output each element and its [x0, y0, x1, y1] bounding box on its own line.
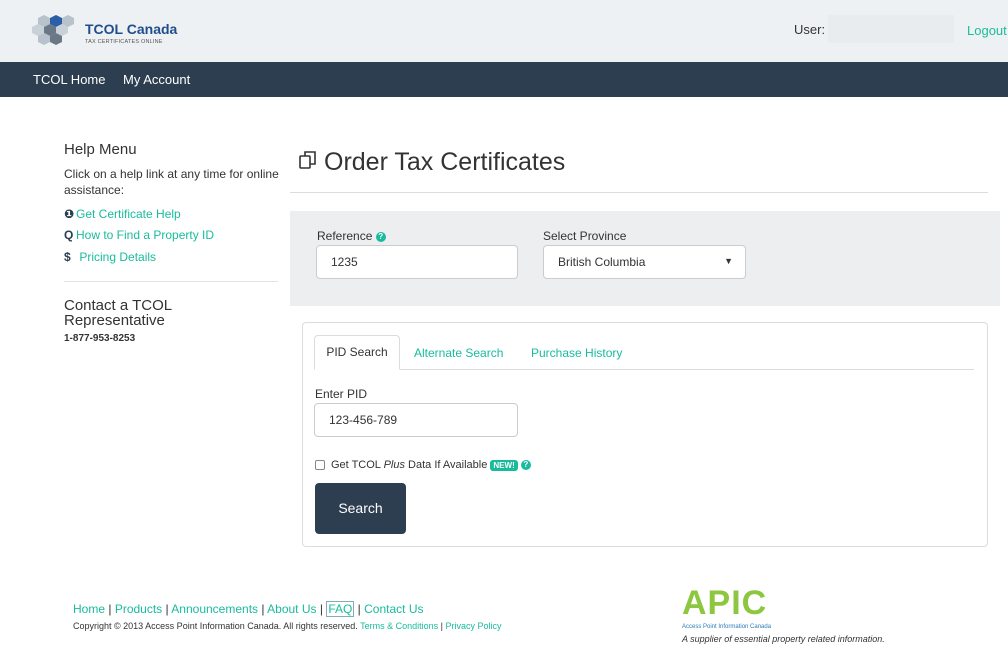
footer-link-products[interactable]: Products: [115, 602, 162, 616]
logo-title: TCOL Canada: [85, 21, 178, 37]
nav-my-account[interactable]: My Account: [123, 72, 190, 87]
help-question-icon[interactable]: ?: [375, 231, 386, 242]
help-link-label: Pricing Details: [79, 250, 157, 264]
pid-input[interactable]: [314, 403, 518, 437]
title-divider: [290, 192, 988, 193]
help-menu-title: Help Menu: [64, 141, 137, 158]
dollar-icon: $: [64, 250, 71, 264]
contact-title: Contact a TCOL Representative: [64, 297, 172, 329]
apic-company-name: Access Point Information Canada: [682, 624, 772, 630]
apic-tagline: A supplier of essential property related…: [682, 634, 885, 644]
nav-tcol-home[interactable]: TCOL Home: [33, 72, 105, 87]
tabs-underline: [314, 369, 974, 370]
tcol-plus-label: Get TCOL Plus Data If Available NEW! ?: [331, 459, 531, 471]
help-link-label: How to Find a Property ID: [76, 228, 215, 242]
logo-subtitle: TAX CERTIFICATES ONLINE: [85, 39, 163, 45]
logout-link[interactable]: Logout: [967, 23, 1007, 38]
footer-link-home[interactable]: Home: [73, 602, 105, 616]
main-navbar: TCOL Home My Account: [0, 62, 1008, 97]
copy-icon: [298, 148, 324, 177]
contact-phone: 1-877-953-8253: [64, 333, 136, 344]
tab-pid-search[interactable]: PID Search: [314, 335, 400, 370]
province-label: Select Province: [543, 229, 627, 243]
chevron-down-icon: ▼: [724, 256, 733, 266]
user-label: User:: [794, 22, 826, 37]
footer-link-faq[interactable]: FAQ: [326, 601, 355, 617]
privacy-link[interactable]: Privacy Policy: [446, 621, 502, 631]
sidebar-divider: [64, 281, 278, 282]
footer-links: Home | Products | Announcements | About …: [73, 601, 424, 617]
help-link-pricing[interactable]: $ Pricing Details: [64, 250, 156, 264]
province-selected-value: British Columbia: [558, 255, 646, 269]
username-display: [828, 15, 954, 43]
hexagon-logo-icon: [32, 15, 74, 45]
footer-link-about-us[interactable]: About Us: [267, 602, 316, 616]
copyright-notice: Copyright © 2013 Access Point Informatio…: [73, 621, 358, 631]
help-question-icon[interactable]: ?: [520, 460, 531, 471]
tcol-plus-checkbox[interactable]: [315, 460, 325, 470]
tcol-logo[interactable]: TCOL Canada TAX CERTIFICATES ONLINE: [30, 10, 180, 54]
help-link-label: Get Certificate Help: [76, 207, 181, 221]
terms-link[interactable]: Terms & Conditions: [360, 621, 438, 631]
help-link-property-id[interactable]: Q How to Find a Property ID: [64, 228, 214, 242]
apic-logo: APIC: [682, 584, 768, 622]
tab-alternate-search[interactable]: Alternate Search: [414, 346, 503, 360]
search-button[interactable]: Search: [315, 483, 406, 534]
help-description: Click on a help link at any time for onl…: [64, 167, 279, 197]
footer-link-contact-us[interactable]: Contact Us: [364, 602, 423, 616]
province-select[interactable]: British Columbia ▼: [543, 245, 746, 279]
copyright-text: Copyright © 2013 Access Point Informatio…: [73, 621, 502, 631]
reference-input[interactable]: [316, 245, 518, 279]
reference-label: Reference ?: [317, 229, 386, 243]
info-icon: ❶: [64, 207, 75, 221]
pid-label: Enter PID: [315, 387, 368, 401]
top-header: TCOL Canada TAX CERTIFICATES ONLINE User…: [0, 0, 1008, 62]
tab-purchase-history[interactable]: Purchase History: [531, 346, 622, 360]
help-link-certificate[interactable]: ❶ Get Certificate Help: [64, 207, 181, 221]
footer-link-announcements[interactable]: Announcements: [171, 602, 258, 616]
search-icon: Q: [64, 228, 74, 242]
page-title: Order Tax Certificates: [298, 148, 565, 177]
new-badge: NEW!: [490, 459, 518, 471]
page-title-text: Order Tax Certificates: [324, 148, 566, 176]
